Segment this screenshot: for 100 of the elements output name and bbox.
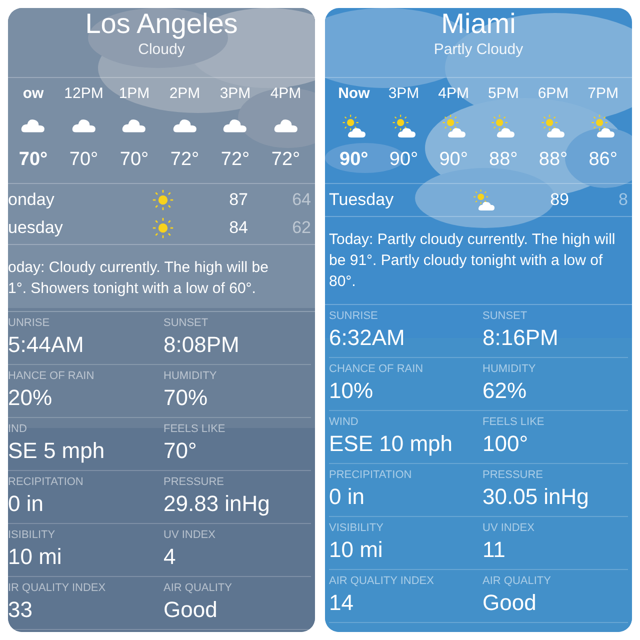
detail-value: 4 [164, 543, 177, 571]
detail-value: 8:16PM [482, 324, 560, 352]
hour-label: 2PM [169, 84, 200, 104]
detail-label: CHANCE OF RAIN [329, 362, 424, 376]
detail-value: 11 [482, 536, 506, 564]
detail-value: 0 in [8, 490, 44, 518]
detail-label: RECIPITATION [8, 475, 84, 489]
detail-label: UV INDEX [164, 528, 216, 542]
detail-value: 100° [482, 430, 530, 458]
city-name: Miami [441, 8, 516, 40]
detail-label: AIR QUALITY [164, 581, 233, 595]
cloud-icon [274, 119, 298, 133]
detail-value: 14 [329, 589, 354, 617]
cloud-icon [122, 119, 146, 133]
hour-label: Now [338, 84, 370, 104]
sun-behind-cloud-icon [591, 114, 616, 138]
hour-label: 12PM [64, 84, 104, 104]
detail-label: UNRISE [8, 316, 51, 330]
sun-icon [152, 189, 174, 211]
cloud-icon [72, 119, 96, 133]
detail-label: ISIBILITY [8, 528, 56, 542]
detail-label: HUMIDITY [482, 362, 537, 376]
detail-value: 10 mi [329, 536, 384, 564]
day-name: uesday [8, 217, 64, 240]
detail-value: 10 mi [8, 543, 63, 571]
detail-label: HUMIDITY [164, 369, 218, 383]
detail-label: IND [8, 422, 28, 436]
detail-value: 70° [164, 437, 198, 465]
high-temperature: 87 [228, 189, 248, 212]
cloud-icon [21, 119, 46, 133]
detail-value: Good [482, 589, 538, 617]
low-temperature: 64 [291, 189, 311, 212]
low-temperature: 8 [618, 189, 628, 212]
forecast-summary: oday: Cloudy currently. The high will be 1°. Showers tonight with a low of 60°. [8, 245, 315, 312]
hour-temperature: 90° [439, 148, 468, 172]
detail-value: 5:44AM [8, 331, 85, 359]
hour-temperature: 86° [588, 148, 618, 172]
hour-temperature: 88° [489, 148, 518, 172]
detail-label: FEELS LIKE [164, 422, 226, 436]
hour-temperature: 72° [220, 148, 250, 172]
detail-label: SUNSET [482, 309, 528, 323]
hour-label: 5PM [488, 84, 519, 104]
detail-label: AIR QUALITY INDEX [329, 574, 435, 588]
hour-label: 3PM [388, 84, 420, 104]
detail-value: 30.05 inHg [482, 483, 590, 511]
low-temperature: 62 [291, 217, 311, 240]
detail-value: 33 [8, 596, 34, 624]
forecast-summary: Today: Partly cloudy currently. The high will be 91°. Partly cloudy tonight with a low of 80°. [325, 217, 632, 305]
hour-label: 1PM [118, 84, 150, 104]
sun-icon [152, 217, 174, 239]
high-temperature: 84 [228, 217, 248, 240]
detail-label: UV INDEX [482, 521, 536, 535]
detail-value: 0 in [329, 483, 366, 511]
detail-value: 70% [164, 384, 209, 412]
detail-label: WIND [329, 415, 360, 429]
day-name: onday [8, 189, 56, 212]
detail-label: PRESSURE [164, 475, 226, 489]
hour-temperature: 70° [120, 148, 149, 172]
hour-temperature: 72° [170, 148, 200, 172]
detail-value: Good [164, 596, 218, 624]
cloud-icon [223, 119, 248, 133]
hour-label: 7PM [588, 84, 618, 104]
hour-temperature: 90° [340, 148, 368, 172]
condition-text: Partly Cloudy [434, 40, 524, 60]
hour-temperature: 72° [271, 148, 300, 172]
sun-behind-cloud-icon [392, 114, 416, 138]
detail-value: 62% [482, 377, 528, 405]
detail-value: SE 5 mph [8, 437, 106, 465]
detail-label: FEELS LIKE [482, 415, 546, 429]
detail-value: 8:08PM [164, 331, 240, 359]
hour-label: 3PM [220, 84, 251, 104]
detail-label: IR QUALITY INDEX [8, 581, 107, 595]
sun-behind-cloud-icon [541, 114, 566, 138]
hour-label: ow [22, 84, 44, 104]
high-temperature: 89 [549, 189, 569, 212]
detail-value: 6:32AM [329, 324, 406, 352]
detail-label: PRECIPITATION [329, 468, 413, 482]
hour-label: 4PM [270, 84, 302, 104]
sun-behind-cloud-icon [442, 114, 466, 138]
detail-label: SUNRISE [329, 309, 379, 323]
city-name: Los Angeles [85, 8, 238, 40]
detail-value: 10% [329, 377, 374, 405]
cloud-icon [172, 119, 197, 133]
condition-text: Cloudy [138, 40, 185, 60]
detail-label: PRESSURE [482, 468, 544, 482]
day-name: Tuesday [329, 189, 395, 212]
detail-label: SUNSET [164, 316, 210, 330]
sun-behind-cloud-icon [473, 189, 495, 211]
sun-behind-cloud-icon [342, 114, 366, 138]
hour-temperature: 70° [18, 148, 48, 172]
hour-label: 6PM [538, 84, 569, 104]
detail-label: VISIBILITY [329, 521, 384, 535]
hour-temperature: 90° [389, 148, 418, 172]
sun-behind-cloud-icon [491, 114, 516, 138]
detail-label: HANCE OF RAIN [8, 369, 96, 383]
detail-label: AIR QUALITY [482, 574, 552, 588]
detail-value: 29.83 inHg [164, 490, 271, 518]
detail-value: 20% [8, 384, 54, 412]
detail-value: ESE 10 mph [329, 430, 454, 458]
hour-temperature: 70° [69, 148, 98, 172]
